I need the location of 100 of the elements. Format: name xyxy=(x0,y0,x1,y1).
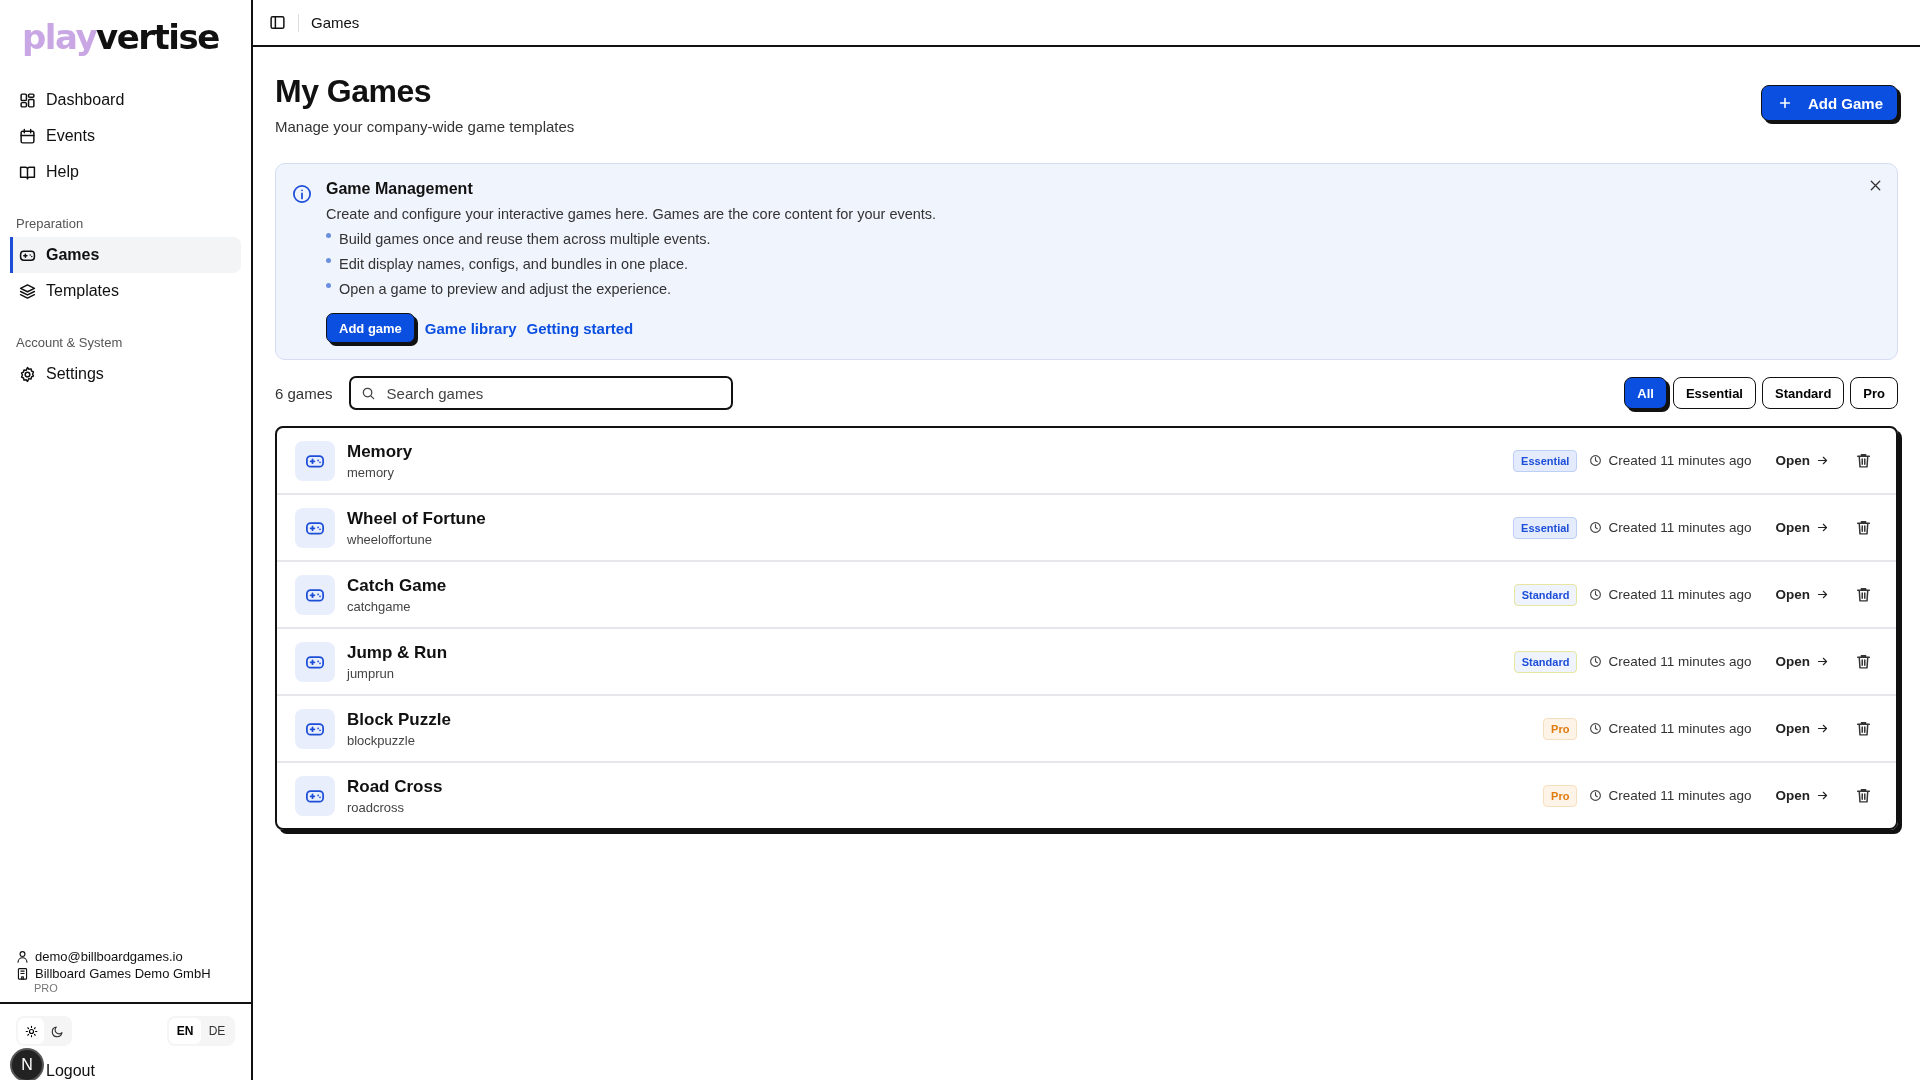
tier-tag: Pro xyxy=(1543,717,1578,740)
plus-icon xyxy=(1778,96,1792,110)
open-link[interactable]: Open xyxy=(1775,520,1829,535)
nav-item[interactable]: Events xyxy=(10,118,241,154)
clock-icon xyxy=(1589,454,1603,467)
tier-tag: Essential xyxy=(1513,449,1578,472)
avatar[interactable]: N xyxy=(12,1050,42,1080)
clock-icon xyxy=(1589,588,1603,601)
gamepad-icon xyxy=(295,775,335,816)
section-title: Preparation xyxy=(15,215,85,233)
book-icon xyxy=(19,163,36,181)
clock-icon xyxy=(1589,789,1603,802)
game-slug: catchgame xyxy=(347,598,412,614)
arrow-right-icon xyxy=(1816,521,1829,534)
filter-tab[interactable]: All xyxy=(1624,377,1667,409)
created-time: Created 11 minutes ago xyxy=(1608,520,1752,535)
game-name[interactable]: Catch Game xyxy=(347,575,1514,596)
game-name[interactable]: Jump & Run xyxy=(347,642,1514,663)
user-icon xyxy=(16,950,29,963)
plan-label: PRO xyxy=(33,982,59,994)
nav-item[interactable]: Settings xyxy=(10,356,241,392)
search-field[interactable]: Search games xyxy=(348,376,733,410)
section-title: Account & System xyxy=(15,334,124,352)
game-name[interactable]: Memory xyxy=(347,441,1514,462)
arrow-right-icon xyxy=(1816,789,1829,802)
open-link[interactable]: Open xyxy=(1775,453,1829,468)
delete-icon[interactable] xyxy=(1855,586,1872,603)
nav-item[interactable]: Templates xyxy=(10,273,241,309)
gamepad-icon xyxy=(295,440,335,481)
account-email: demo@billboardgames.io xyxy=(35,949,183,964)
arrow-right-icon xyxy=(1816,655,1829,668)
delete-icon[interactable] xyxy=(1855,519,1872,536)
open-link[interactable]: Open xyxy=(1775,587,1829,602)
gamepad-icon xyxy=(295,574,335,615)
clock-icon xyxy=(1589,521,1603,534)
game-slug: memory xyxy=(347,464,395,480)
clock-icon xyxy=(1589,722,1603,735)
info-link[interactable]: Getting started xyxy=(526,319,634,337)
filter-tab[interactable]: Pro xyxy=(1850,377,1898,409)
logo: playvertise xyxy=(22,16,219,59)
filter-tab[interactable]: Standard xyxy=(1762,377,1845,409)
add-game-button[interactable]: Add game xyxy=(326,313,415,343)
delete-icon[interactable] xyxy=(1855,653,1872,670)
game-name[interactable]: Wheel of Fortune xyxy=(347,508,1514,529)
delete-icon[interactable] xyxy=(1855,787,1872,804)
sidebar-toggle-icon[interactable] xyxy=(269,14,286,31)
info-text: Create and configure your interactive games here. Games are the core content for your events. xyxy=(326,206,938,222)
bullet-text: Build games once and reuse them across multiple events. xyxy=(339,231,711,247)
game-count: 6 games xyxy=(275,384,333,402)
created-time: Created 11 minutes ago xyxy=(1608,453,1752,468)
logout-link[interactable]: Logout xyxy=(46,1062,95,1080)
breadcrumb: Games xyxy=(311,14,360,31)
layers-icon xyxy=(19,282,36,300)
gamepad-icon xyxy=(295,708,335,749)
delete-icon[interactable] xyxy=(1855,720,1872,737)
created-time: Created 11 minutes ago xyxy=(1608,721,1752,736)
tier-tag: Pro xyxy=(1543,784,1578,807)
nav-item[interactable]: Games xyxy=(10,237,241,273)
bullet-dot xyxy=(326,233,331,238)
info-link[interactable]: Game library xyxy=(424,319,517,337)
tier-tag: Standard xyxy=(1513,650,1578,673)
arrow-right-icon xyxy=(1816,454,1829,467)
grid-icon xyxy=(19,91,36,109)
nav-item[interactable]: Help xyxy=(10,154,241,190)
gamepad-icon xyxy=(295,507,335,548)
language-option[interactable]: DE xyxy=(201,1018,233,1044)
close-icon[interactable] xyxy=(1868,178,1883,193)
game-name[interactable]: Road Cross xyxy=(347,776,1544,797)
page-title: My Games xyxy=(275,73,433,110)
open-link[interactable]: Open xyxy=(1775,721,1829,736)
created-time: Created 11 minutes ago xyxy=(1608,788,1752,803)
nav-item[interactable]: Dashboard xyxy=(10,82,241,118)
filter-tab[interactable]: Essential xyxy=(1672,377,1756,409)
open-link[interactable]: Open xyxy=(1775,788,1829,803)
bullet-dot xyxy=(326,283,331,288)
sun-icon[interactable] xyxy=(18,1018,44,1044)
settings-icon xyxy=(19,365,36,383)
delete-icon[interactable] xyxy=(1855,452,1872,469)
building-icon xyxy=(16,967,29,980)
page-subtitle: Manage your company-wide game templates xyxy=(275,118,575,135)
language-option[interactable]: EN xyxy=(169,1018,201,1044)
bullet-text: Edit display names, configs, and bundles in one place. xyxy=(339,256,689,272)
game-slug: blockpuzzle xyxy=(347,732,416,748)
arrow-right-icon xyxy=(1816,588,1829,601)
info-title: Game Management xyxy=(326,179,473,199)
gamepad-icon xyxy=(295,641,335,682)
clock-icon xyxy=(1589,655,1603,668)
game-slug: roadcross xyxy=(347,799,406,815)
game-slug: wheeloffortune xyxy=(347,531,434,547)
calendar-icon xyxy=(19,127,36,145)
info-icon xyxy=(292,184,312,204)
tier-tag: Essential xyxy=(1513,516,1578,539)
add-game-button[interactable]: Add Game xyxy=(1761,85,1898,121)
tier-tag: Standard xyxy=(1513,583,1578,606)
bullet-text: Open a game to preview and adjust the experience. xyxy=(339,281,672,297)
search-icon xyxy=(360,386,376,401)
arrow-right-icon xyxy=(1816,722,1829,735)
created-time: Created 11 minutes ago xyxy=(1608,654,1752,669)
game-name[interactable]: Block Puzzle xyxy=(347,709,1544,730)
open-link[interactable]: Open xyxy=(1775,654,1829,669)
